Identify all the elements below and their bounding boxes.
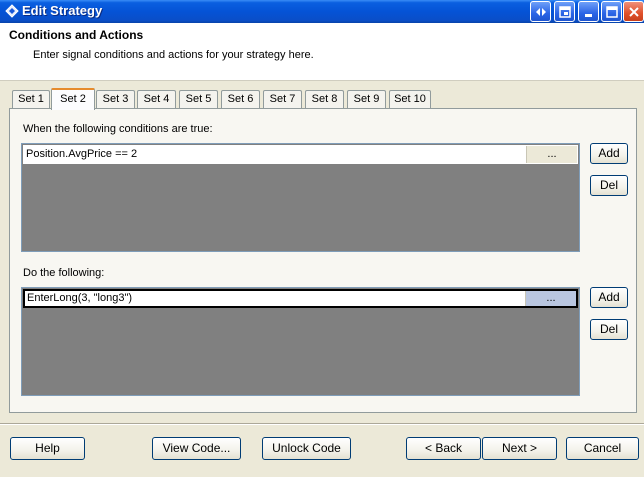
maximize-button[interactable] (601, 1, 622, 22)
tab-set-1[interactable]: Set 1 (12, 90, 50, 109)
view-code-button[interactable]: View Code... (152, 437, 241, 460)
tab-set-2[interactable]: Set 2 (51, 88, 95, 110)
maximize-icon (606, 6, 618, 18)
tab-set-4[interactable]: Set 4 (137, 90, 176, 109)
condition-edit-button[interactable]: ... (526, 146, 577, 163)
unlock-code-button[interactable]: Unlock Code (262, 437, 351, 460)
footer-divider (0, 423, 644, 425)
action-edit-button[interactable]: ... (525, 291, 576, 306)
window-title: Edit Strategy (22, 3, 103, 18)
tab-set-7[interactable]: Set 7 (263, 90, 302, 109)
window-title-bar[interactable]: Edit Strategy (0, 0, 644, 23)
minimize-icon (585, 14, 592, 17)
condition-text: Position.AvgPrice == 2 (26, 148, 138, 160)
actions-del-button[interactable]: Del (590, 319, 628, 340)
cancel-button[interactable]: Cancel (566, 437, 639, 460)
page-title: Conditions and Actions (9, 28, 144, 42)
close-icon (629, 7, 639, 17)
diamond-app-icon (5, 4, 19, 18)
tab-set-6[interactable]: Set 6 (221, 90, 260, 109)
conditions-label: When the following conditions are true: (23, 123, 213, 135)
tab-set-8[interactable]: Set 8 (305, 90, 344, 109)
tab-set-3[interactable]: Set 3 (96, 90, 135, 109)
help-button[interactable]: Help (10, 437, 85, 460)
actions-add-button[interactable]: Add (590, 287, 628, 308)
tab-set-9[interactable]: Set 9 (347, 90, 386, 109)
actions-list[interactable]: EnterLong(3, "long3") ... (21, 287, 580, 396)
conditions-del-button[interactable]: Del (590, 175, 628, 196)
conditions-list[interactable]: Position.AvgPrice == 2 ... (21, 143, 580, 252)
action-text: EnterLong(3, "long3") (27, 292, 133, 304)
minimize-button[interactable] (578, 1, 599, 22)
back-forward-button[interactable] (530, 1, 551, 22)
condition-row[interactable]: Position.AvgPrice == 2 ... (23, 145, 578, 164)
tab-set-10[interactable]: Set 10 (389, 90, 431, 109)
back-forward-icon (536, 8, 546, 16)
back-button[interactable]: < Back (406, 437, 481, 460)
restore-icon (559, 6, 571, 18)
close-button[interactable] (623, 1, 644, 22)
page-subtitle: Enter signal conditions and actions for … (33, 49, 314, 61)
tab-set-5[interactable]: Set 5 (179, 90, 218, 109)
action-row[interactable]: EnterLong(3, "long3") ... (23, 289, 578, 308)
restore-button[interactable] (554, 1, 575, 22)
wizard-header: Conditions and Actions Enter signal cond… (0, 23, 644, 80)
conditions-add-button[interactable]: Add (590, 143, 628, 164)
next-button[interactable]: Next > (482, 437, 557, 460)
actions-label: Do the following: (23, 267, 105, 279)
